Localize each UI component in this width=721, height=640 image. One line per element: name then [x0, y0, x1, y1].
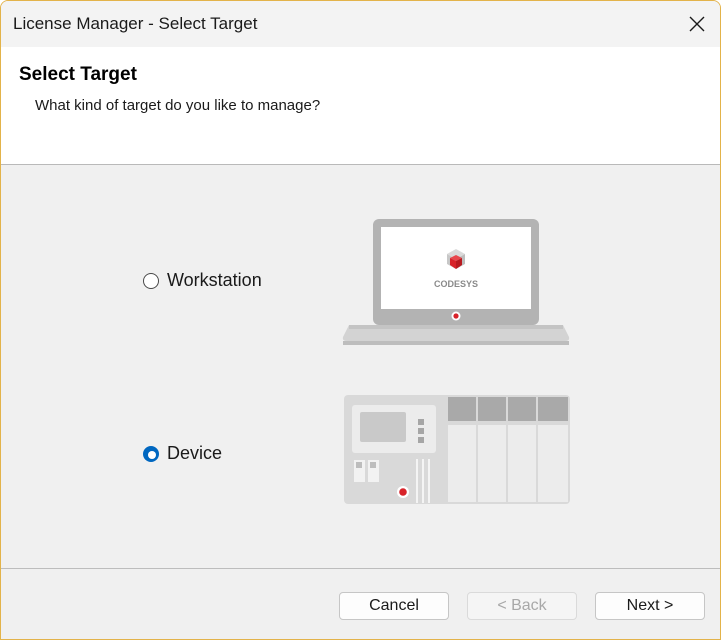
target-selection-panel: Workstation CODESYS Device: [1, 165, 720, 569]
cancel-button[interactable]: Cancel: [339, 592, 449, 620]
back-button[interactable]: < Back: [467, 592, 577, 620]
workstation-radio-circle[interactable]: [143, 272, 159, 289]
page-title: Select Target: [19, 64, 137, 85]
device-label: Device: [167, 443, 223, 463]
workstation-label: Workstation: [167, 270, 262, 290]
device-radio[interactable]: Device: [143, 443, 222, 464]
title-bar: License Manager - Select Target: [1, 1, 720, 47]
page-subtitle: What kind of target do you like to manag…: [35, 97, 321, 114]
next-button[interactable]: Next >: [595, 592, 705, 620]
license-manager-dialog: License Manager - Select Target Select T…: [0, 0, 721, 640]
close-icon: [689, 16, 705, 32]
device-radio-circle[interactable]: [143, 445, 159, 462]
close-button[interactable]: [674, 1, 720, 47]
laptop-icon: CODESYS: [342, 219, 570, 345]
wizard-footer: Cancel < Back Next >: [1, 569, 720, 639]
window-title: License Manager - Select Target: [13, 14, 258, 33]
codesys-logo-text: CODESYS: [434, 279, 478, 289]
workstation-radio[interactable]: Workstation: [143, 270, 262, 291]
wizard-header: Select Target What kind of target do you…: [1, 47, 720, 165]
plc-device-icon: [344, 395, 570, 504]
